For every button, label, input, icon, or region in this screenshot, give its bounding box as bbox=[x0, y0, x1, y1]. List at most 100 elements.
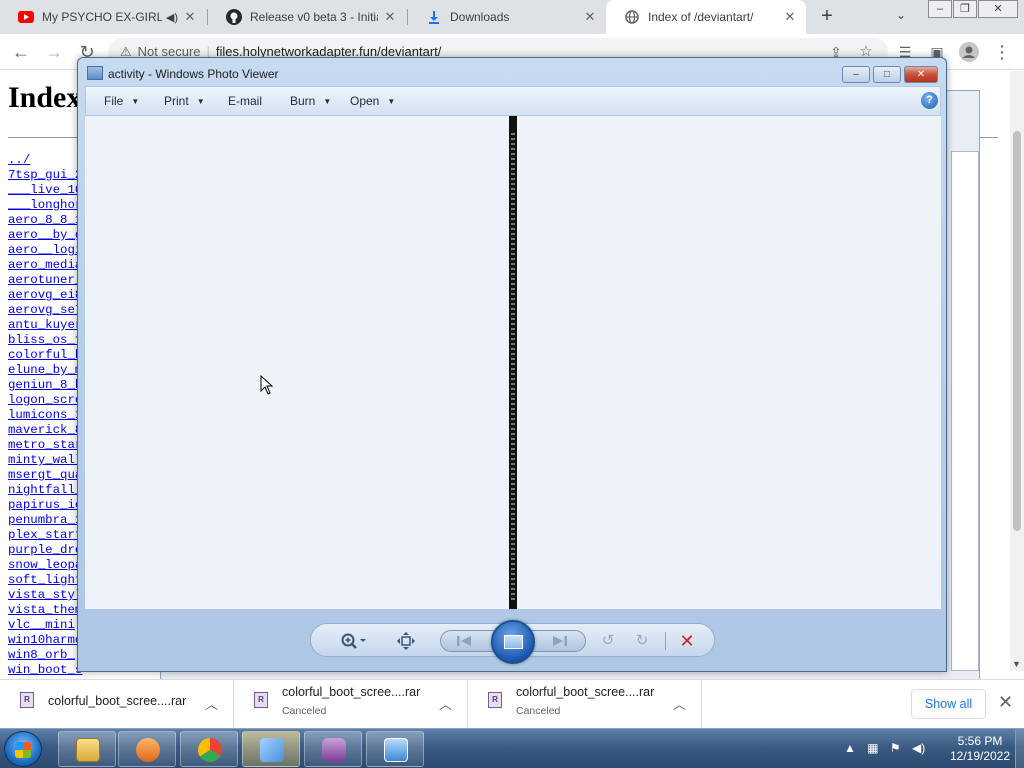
rotate-clockwise-icon[interactable]: ↻ bbox=[633, 632, 651, 650]
photo-glyph bbox=[384, 738, 408, 762]
file-link[interactable]: ../ bbox=[8, 153, 82, 168]
window-restore-icon[interactable]: ❐ bbox=[953, 0, 977, 18]
file-link[interactable]: maverick_8 bbox=[8, 423, 82, 438]
menu-email[interactable]: E-mail bbox=[228, 94, 262, 108]
explorer-icon[interactable] bbox=[58, 731, 116, 767]
paint-icon[interactable] bbox=[242, 731, 300, 767]
file-link[interactable]: aero__by_g bbox=[8, 228, 82, 243]
zoom-icon[interactable] bbox=[339, 632, 369, 650]
winrar-icon[interactable] bbox=[304, 731, 362, 767]
tab-github[interactable]: Release v0 beta 3 - Initial ✕ bbox=[208, 0, 406, 34]
action-center-icon[interactable]: ⚑ bbox=[890, 741, 901, 755]
image-canvas[interactable] bbox=[85, 116, 941, 609]
file-link[interactable]: snow_leopa bbox=[8, 558, 82, 573]
new-tab-icon[interactable]: + bbox=[816, 6, 838, 28]
maximize-icon[interactable]: □ bbox=[873, 66, 901, 83]
file-link[interactable]: aero__logi bbox=[8, 243, 82, 258]
file-link[interactable]: ___live_10 bbox=[8, 183, 82, 198]
file-link[interactable]: metro_star bbox=[8, 438, 82, 453]
playback-control-bar: ↺ ↻ ✕ bbox=[310, 620, 715, 664]
menu-burn[interactable]: Burn ▼ bbox=[290, 94, 331, 108]
start-button[interactable] bbox=[4, 731, 42, 767]
menu-label: E-mail bbox=[228, 94, 263, 108]
speaker-icon[interactable]: ◀) bbox=[912, 741, 925, 755]
chrome-icon[interactable] bbox=[180, 731, 238, 767]
tab-search-chevron-icon[interactable]: ⌄ bbox=[896, 8, 906, 22]
file-link[interactable]: ___longhor bbox=[8, 198, 82, 213]
show-all-button[interactable]: Show all bbox=[911, 689, 986, 719]
slideshow-icon[interactable] bbox=[491, 620, 535, 664]
tab-youtube[interactable]: My PSYCHO EX-GIRL ◀) ✕ bbox=[0, 0, 206, 34]
file-link[interactable]: penumbra_1 bbox=[8, 513, 82, 528]
file-link[interactable]: vista_them bbox=[8, 603, 82, 618]
download-item[interactable]: R colorful_boot_scree....rar ︿ bbox=[0, 680, 234, 729]
file-link[interactable]: antu_kuyer bbox=[8, 318, 82, 333]
menu-open[interactable]: Open ▼ bbox=[350, 94, 395, 108]
page-scrollbar[interactable]: ▼ bbox=[1010, 71, 1024, 671]
menu-file[interactable]: File ▼ bbox=[104, 94, 139, 108]
file-link[interactable]: geniun_8_b bbox=[8, 378, 82, 393]
close-tab-icon[interactable]: ✕ bbox=[382, 9, 398, 25]
media-player-icon[interactable] bbox=[118, 731, 176, 767]
forward-arrow-icon[interactable]: → bbox=[42, 40, 66, 64]
network-icon[interactable]: ▦ bbox=[867, 741, 878, 755]
actual-size-icon[interactable] bbox=[397, 632, 415, 650]
photo-viewer-titlebar[interactable]: activity - Windows Photo Viewer – □ ✕ bbox=[78, 58, 946, 88]
file-link[interactable]: win8_orb_ bbox=[8, 648, 82, 663]
photo-viewer-icon[interactable] bbox=[366, 731, 424, 767]
file-link[interactable]: lumicons_1 bbox=[8, 408, 82, 423]
show-hidden-icons-icon[interactable]: ▲ bbox=[844, 741, 856, 755]
file-link[interactable]: 7tsp_gui_2 bbox=[8, 168, 82, 183]
file-link[interactable]: vlc__mini bbox=[8, 618, 82, 633]
close-icon[interactable]: ✕ bbox=[998, 692, 1013, 713]
scroll-down-arrow-icon[interactable]: ▼ bbox=[1012, 659, 1021, 669]
file-link[interactable]: nightfall_ bbox=[8, 483, 82, 498]
file-link[interactable]: msergt_qua bbox=[8, 468, 82, 483]
profile-avatar-icon[interactable] bbox=[957, 40, 981, 64]
chevron-up-icon[interactable]: ︿ bbox=[673, 694, 686, 713]
tab-title: My PSYCHO EX-GIRL bbox=[42, 10, 162, 24]
file-link[interactable]: papirus_ic bbox=[8, 498, 82, 513]
file-link[interactable]: minty_wall bbox=[8, 453, 82, 468]
chevron-up-icon[interactable]: ︿ bbox=[439, 694, 452, 713]
help-icon[interactable]: ? bbox=[921, 92, 938, 109]
close-tab-icon[interactable]: ✕ bbox=[182, 9, 198, 25]
file-link[interactable]: aerotuner_ bbox=[8, 273, 82, 288]
tab-downloads[interactable]: Downloads ✕ bbox=[408, 0, 606, 34]
delete-icon[interactable]: ✕ bbox=[678, 632, 696, 650]
close-tab-icon[interactable]: ✕ bbox=[582, 9, 598, 25]
next-icon[interactable] bbox=[549, 632, 567, 650]
file-link[interactable]: colorful_b bbox=[8, 348, 82, 363]
file-link[interactable]: purple_dre bbox=[8, 543, 82, 558]
speaker-icon[interactable]: ◀) bbox=[166, 11, 178, 24]
close-tab-icon[interactable]: ✕ bbox=[782, 9, 798, 25]
back-arrow-icon[interactable]: ← bbox=[9, 40, 33, 64]
previous-icon[interactable] bbox=[455, 632, 473, 650]
download-item[interactable]: R colorful_boot_scree....rar Canceled ︿ bbox=[468, 680, 702, 729]
file-link[interactable]: bliss_os_f bbox=[8, 333, 82, 348]
file-link[interactable]: aerovg_ei8 bbox=[8, 288, 82, 303]
file-link[interactable]: elune_by_m bbox=[8, 363, 82, 378]
file-link[interactable]: aero_8_8_1 bbox=[8, 213, 82, 228]
file-link[interactable]: soft_light bbox=[8, 573, 82, 588]
file-link[interactable]: logon_scre bbox=[8, 393, 82, 408]
rotate-counterclockwise-icon[interactable]: ↺ bbox=[599, 632, 617, 650]
file-link[interactable]: aerovg_se7 bbox=[8, 303, 82, 318]
file-link[interactable]: vista_styl bbox=[8, 588, 82, 603]
download-item[interactable]: R colorful_boot_scree....rar Canceled ︿ bbox=[234, 680, 468, 729]
show-desktop-button[interactable] bbox=[1015, 729, 1024, 768]
chevron-up-icon[interactable]: ︿ bbox=[205, 694, 218, 713]
clock[interactable]: 5:56 PM 12/19/2022 bbox=[945, 734, 1015, 764]
close-icon[interactable]: ✕ bbox=[904, 66, 938, 83]
scrollbar-thumb[interactable] bbox=[1013, 131, 1021, 531]
minimize-icon[interactable]: – bbox=[842, 66, 870, 83]
tab-index-deviantart[interactable]: Index of /deviantart/ ✕ bbox=[606, 0, 806, 34]
menu-print[interactable]: Print ▼ bbox=[164, 94, 205, 108]
menu-kebab-icon[interactable]: ⋮ bbox=[990, 40, 1014, 64]
file-link[interactable]: win_boot_s bbox=[8, 663, 82, 678]
window-minimize-icon[interactable]: – bbox=[928, 0, 952, 18]
file-link[interactable]: plex_start bbox=[8, 528, 82, 543]
file-link[interactable]: win10harmo bbox=[8, 633, 82, 648]
file-link[interactable]: aero_media bbox=[8, 258, 82, 273]
window-close-icon[interactable]: ✕ bbox=[978, 0, 1018, 18]
